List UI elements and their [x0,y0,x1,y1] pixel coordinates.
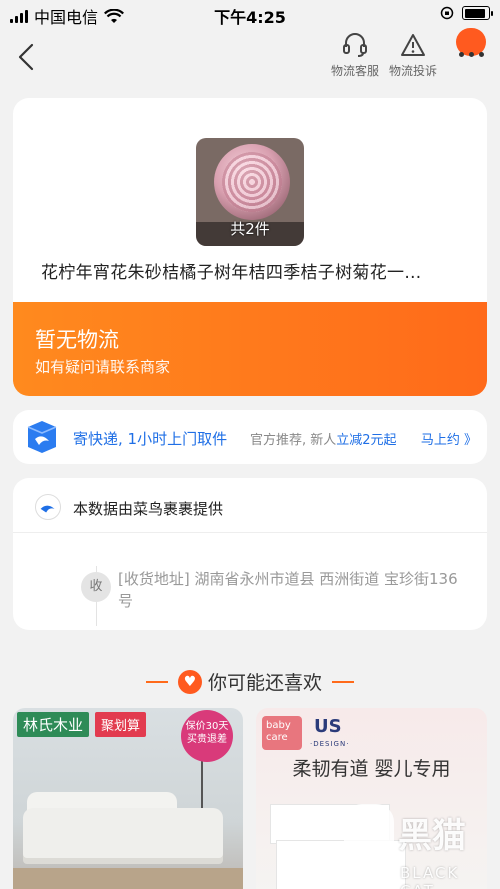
battery-icon [462,6,493,20]
back-icon[interactable] [12,42,42,72]
nav-bar: 物流客服 物流投诉 [0,28,500,84]
data-source-card: 本数据由菜鸟裹裹提供 收 [收货地址] 湖南省永州市道县 西洲街道 宝珍街136… [13,478,487,630]
express-main-text: 寄快递, 1小时上门取件 [73,430,228,448]
babycare-logo: baby care [262,716,302,750]
book-now-link[interactable]: 马上约 》 [421,429,477,448]
recommend-item-sofa[interactable]: 林氏木业 聚划算 保价30天 买贵退差 [13,708,243,889]
watermark: 黑猫 BLACK CAT [340,802,500,889]
logistics-status: 暂无物流 [35,328,119,352]
express-promo-card[interactable]: 寄快递, 1小时上门取件 官方推荐, 新人立减2元起 马上约 》 [13,410,487,464]
headset-icon [343,33,367,57]
recommend-header: 你可能还喜欢 [0,668,500,698]
clock: 下午4:25 [214,8,286,27]
package-icon [27,421,57,453]
cainiao-logo-icon [35,494,61,520]
product-card: 共2件 花柠年宵花朱砂桔橘子树年桔四季桔子树菊花一… 暂无物流 如有疑问请联系商… [13,98,487,396]
product-slogan: 柔韧有道 婴儿专用 [292,758,451,780]
more-icon [459,52,484,57]
brand-label: 林氏木业 [17,712,90,737]
rotation-lock-icon [440,6,454,20]
data-source-text: 本数据由菜鸟裹裹提供 [73,500,224,518]
express-discount: 立减2元起 [336,433,397,448]
product-title[interactable]: 花柠年宵花朱砂桔橘子树年桔四季桔子树菊花一… [41,258,461,283]
item-count: 共2件 [230,220,270,238]
sofa-image [23,808,223,858]
delivery-address: [收货地址] 湖南省永州市道县 西洲街道 宝珍街136号 [118,570,458,610]
express-sub-text: 官方推荐, 新人立减2元起 [250,429,397,448]
customer-service-label: 物流客服 [330,64,379,78]
receive-badge: 收 [81,572,111,602]
express-sub-prefix: 官方推荐, 新人 [250,433,337,448]
divider [13,532,487,533]
status-bar: 中国电信 下午4:25 [0,0,500,30]
us-logo: US [314,716,342,737]
watermark-en: BLACK CAT [400,864,460,889]
juhuasuan-tag: 聚划算 [95,712,147,737]
product-image[interactable]: 共2件 [196,138,304,246]
watermark-cn: 黑猫 [398,816,466,856]
heart-icon [177,669,202,694]
promo-badge: 保价30天 买贵退差 [181,710,233,762]
complaint-button[interactable]: 物流投诉 [383,32,443,79]
logistics-status-banner: 暂无物流 如有疑问请联系商家 [13,302,487,396]
logistics-hint: 如有疑问请联系商家 [35,358,171,376]
complaint-label: 物流投诉 [388,64,437,78]
more-menu-button[interactable] [450,28,490,68]
cat-logo-icon [344,804,394,874]
warning-icon [401,34,425,56]
recommend-title: 你可能还喜欢 [207,672,322,694]
us-design-label: ·DESIGN· [310,740,350,748]
customer-service-button[interactable]: 物流客服 [325,32,385,79]
